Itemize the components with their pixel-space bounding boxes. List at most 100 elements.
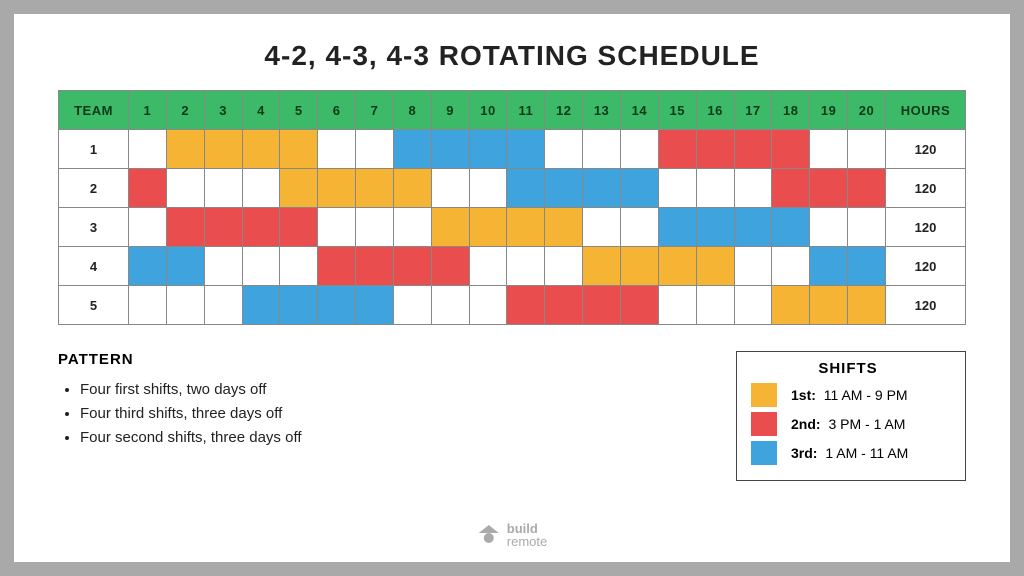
table-row: 3120 <box>59 208 966 247</box>
shift-cell <box>810 208 848 247</box>
shift-cell <box>620 130 658 169</box>
shift-cell <box>469 169 507 208</box>
schedule-diagram: 4-2, 4-3, 4-3 ROTATING SCHEDULE TEAM 123… <box>14 14 1010 562</box>
shift-cell <box>129 169 167 208</box>
team-cell: 4 <box>59 247 129 286</box>
shift-cell <box>696 247 734 286</box>
shift-cell <box>507 208 545 247</box>
pattern-block: PATTERN Four first shifts, two days offF… <box>58 351 736 450</box>
shift-cell <box>469 247 507 286</box>
shift-cell <box>507 286 545 325</box>
legend-row: 2nd: 3 PM - 1 AM <box>751 412 945 436</box>
day-header: 13 <box>583 91 621 130</box>
table-row: 4 120 <box>59 247 966 286</box>
shift-cell <box>848 208 886 247</box>
shift-cell <box>242 208 280 247</box>
shift-swatch-icon <box>751 412 777 436</box>
shift-cell <box>620 208 658 247</box>
shift-cell <box>393 169 431 208</box>
shift-cell <box>356 130 394 169</box>
hours-cell: 120 <box>886 130 966 169</box>
legend-row: 1st: 11 AM - 9 PM <box>751 383 945 407</box>
shift-cell <box>545 286 583 325</box>
day-header: 12 <box>545 91 583 130</box>
shift-cell <box>393 247 431 286</box>
shift-cell <box>356 169 394 208</box>
shift-cell <box>242 286 280 325</box>
day-header: 7 <box>356 91 394 130</box>
shift-cell <box>242 247 280 286</box>
hours-cell: 120 <box>886 169 966 208</box>
shift-cell <box>318 169 356 208</box>
shift-cell <box>658 130 696 169</box>
shift-cell <box>393 130 431 169</box>
shift-cell <box>393 208 431 247</box>
shift-cell <box>734 130 772 169</box>
day-header: 15 <box>658 91 696 130</box>
shift-cell <box>129 247 167 286</box>
day-header: 3 <box>204 91 242 130</box>
day-header: 6 <box>318 91 356 130</box>
legend-text: 3rd: 1 AM - 11 AM <box>791 445 908 461</box>
shift-cell <box>356 208 394 247</box>
hours-cell: 120 <box>886 208 966 247</box>
team-cell: 5 <box>59 286 129 325</box>
legend-text: 2nd: 3 PM - 1 AM <box>791 416 905 432</box>
shifts-heading: SHIFTS <box>751 360 945 377</box>
pattern-heading: PATTERN <box>58 351 736 368</box>
shift-cell <box>166 247 204 286</box>
table-row: 1 120 <box>59 130 966 169</box>
day-header: 1 <box>129 91 167 130</box>
team-header: TEAM <box>59 91 129 130</box>
shift-cell <box>658 169 696 208</box>
shift-swatch-icon <box>751 441 777 465</box>
shift-cell <box>658 247 696 286</box>
shift-cell <box>658 286 696 325</box>
shift-cell <box>318 286 356 325</box>
day-header: 8 <box>393 91 431 130</box>
day-header: 10 <box>469 91 507 130</box>
day-header: 14 <box>620 91 658 130</box>
shift-cell <box>431 247 469 286</box>
table-row: 5120 <box>59 286 966 325</box>
shift-cell <box>280 169 318 208</box>
shift-cell <box>734 208 772 247</box>
day-header: 4 <box>242 91 280 130</box>
pattern-list: Four first shifts, two days offFour thir… <box>58 378 736 450</box>
shift-cell <box>734 169 772 208</box>
shift-cell <box>848 169 886 208</box>
team-cell: 1 <box>59 130 129 169</box>
shift-cell <box>620 169 658 208</box>
logo-text: build remote <box>507 522 547 548</box>
shift-cell <box>166 169 204 208</box>
bottom-section: PATTERN Four first shifts, two days offF… <box>58 351 966 481</box>
shift-cell <box>469 208 507 247</box>
shift-cell <box>772 247 810 286</box>
shift-cell <box>583 247 621 286</box>
header-row: TEAM 1234567891011121314151617181920HOUR… <box>59 91 966 130</box>
hours-cell: 120 <box>886 247 966 286</box>
pattern-item: Four second shifts, three days off <box>80 426 736 450</box>
team-cell: 2 <box>59 169 129 208</box>
shift-cell <box>129 286 167 325</box>
hours-header: HOURS <box>886 91 966 130</box>
shift-cell <box>772 130 810 169</box>
legend-row: 3rd: 1 AM - 11 AM <box>751 441 945 465</box>
shift-cell <box>583 130 621 169</box>
shift-cell <box>318 130 356 169</box>
day-header: 9 <box>431 91 469 130</box>
shift-cell <box>696 130 734 169</box>
shift-cell <box>772 208 810 247</box>
shift-cell <box>507 130 545 169</box>
shift-cell <box>620 286 658 325</box>
shift-cell <box>507 247 545 286</box>
day-header: 20 <box>848 91 886 130</box>
shift-cell <box>583 208 621 247</box>
shift-cell <box>772 286 810 325</box>
shift-cell <box>734 286 772 325</box>
page-title: 4-2, 4-3, 4-3 ROTATING SCHEDULE <box>58 40 966 72</box>
shift-cell <box>848 130 886 169</box>
day-header: 5 <box>280 91 318 130</box>
shift-cell <box>469 286 507 325</box>
schedule-table: TEAM 1234567891011121314151617181920HOUR… <box>58 90 966 325</box>
